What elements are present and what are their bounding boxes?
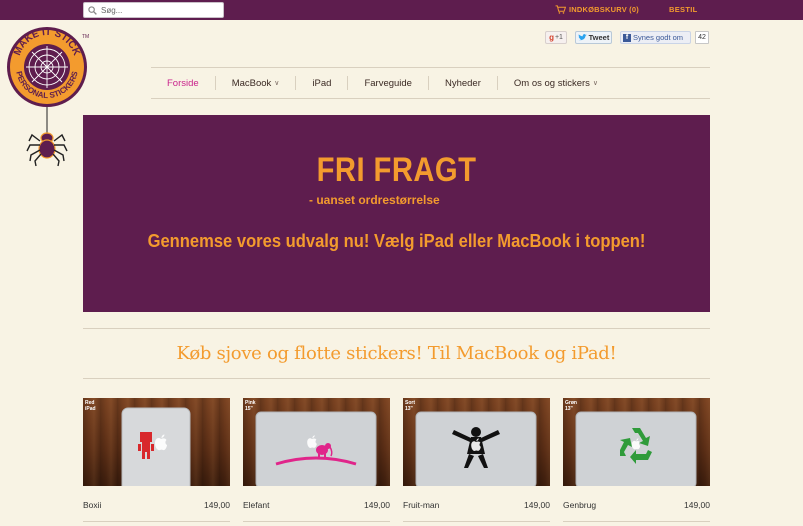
facebook-like-button[interactable]: f Synes godt om [620,31,691,44]
product-variant-tag: Red iPad [85,400,96,412]
nav-bottom-divider [151,98,710,99]
main-nav: Forside MacBook ∨ iPad Farveguide Nyheder Om o… [151,68,710,98]
product-card[interactable]: Grøn 13" Genbrug 149,00 [563,398,710,522]
chevron-down-icon: ∨ [592,80,599,87]
product-variant-tag: Grøn 13" [565,400,577,412]
order-link[interactable]: BESTIL [669,5,697,14]
product-sticker-mockup [415,411,537,486]
nav-item-label: Forside [167,77,199,89]
free-shipping-banner[interactable]: FRI FRAGT - uanset ordrestørrelse Gennem… [83,115,710,312]
variant-size: 15" [245,406,253,412]
nav-item-label: iPad [312,77,332,89]
google-plus-label: +1 [554,34,563,41]
cart-label: INDKØBSKURV (0) [569,5,639,14]
product-price: 149,00 [524,500,550,510]
product-divider [563,521,710,522]
product-sticker-mockup [575,411,697,486]
spider-icon [26,107,68,167]
twitter-icon [577,34,587,41]
product-image[interactable]: Grøn 13" [563,398,710,486]
nav-item-label: Om os og stickers [513,77,590,89]
variant-size: 13" [405,406,413,412]
nav-item-label: Nyheder [444,77,481,89]
trademark-mark: TM [82,34,89,40]
product-name[interactable]: Fruit-man [403,500,439,510]
banner-headline: FRI FRAGT [316,151,477,189]
banner-subline: - uanset ordrestørrelse [309,193,440,207]
tweet-label: Tweet [588,33,610,42]
section-heading: Køb sjove og flotte stickers! Til MacBoo… [176,343,617,364]
product-sticker-mockup [255,411,377,486]
cart-link[interactable]: INDKØBSKURV (0) [555,5,639,14]
facebook-like-label: Synes godt om [633,33,684,42]
product-divider [243,521,390,522]
product-divider [83,521,230,522]
section-divider-bottom [83,378,710,379]
google-plus-button[interactable]: g +1 [545,31,567,44]
nav-item-forside[interactable]: Forside [151,76,215,90]
nav-item-nyheder[interactable]: Nyheder [429,76,497,90]
nav-item-om-os-og-stickers[interactable]: Om os og stickers ∨ [498,76,614,90]
product-card[interactable]: Sort 13" Fruit-man 149,00 [403,398,550,522]
nav-item-label: MacBook [231,77,272,89]
product-price: 149,00 [684,500,710,510]
product-sticker-mockup [121,407,191,486]
nav-item-farveguide[interactable]: Farveguide [348,76,428,90]
nav-item-ipad[interactable]: iPad [296,76,347,90]
product-card[interactable]: Pink 15" Elefant 149,00 [243,398,390,522]
section-divider-top [83,328,710,329]
product-name[interactable]: Genbrug [563,500,596,510]
variant-size: 13" [565,406,573,412]
banner-cta: Gennemse vores udvalg nu! Vælg iPad elle… [147,231,646,251]
product-variant-tag: Sort 13" [405,400,415,412]
product-card[interactable]: Red iPad Boxii 149,00 [83,398,230,522]
search-input[interactable] [101,5,211,15]
nav-item-macbook[interactable]: MacBook ∨ [216,76,296,90]
spiderweb-icon [26,46,68,88]
variant-size: iPad [85,406,96,412]
facebook-like-count: 42 [695,31,709,44]
product-image[interactable]: Pink 15" [243,398,390,486]
site-logo[interactable]: MAKE IT STICK PERSONAL STICKERS TM [2,27,92,167]
product-price: 149,00 [204,500,230,510]
google-plus-icon: g [549,33,554,42]
product-name[interactable]: Boxii [83,500,101,510]
search-box[interactable] [83,2,224,18]
product-price: 149,00 [364,500,390,510]
search-icon [88,5,97,15]
cart-icon [555,5,566,14]
product-image[interactable]: Red iPad [83,398,230,486]
facebook-icon: f [623,33,631,42]
product-name[interactable]: Elefant [243,500,269,510]
tweet-button[interactable]: Tweet [575,31,612,44]
product-divider [403,521,550,522]
nav-item-label: Farveguide [364,77,412,89]
product-variant-tag: Pink 15" [245,400,256,412]
product-image[interactable]: Sort 13" [403,398,550,486]
chevron-down-icon: ∨ [274,80,280,87]
